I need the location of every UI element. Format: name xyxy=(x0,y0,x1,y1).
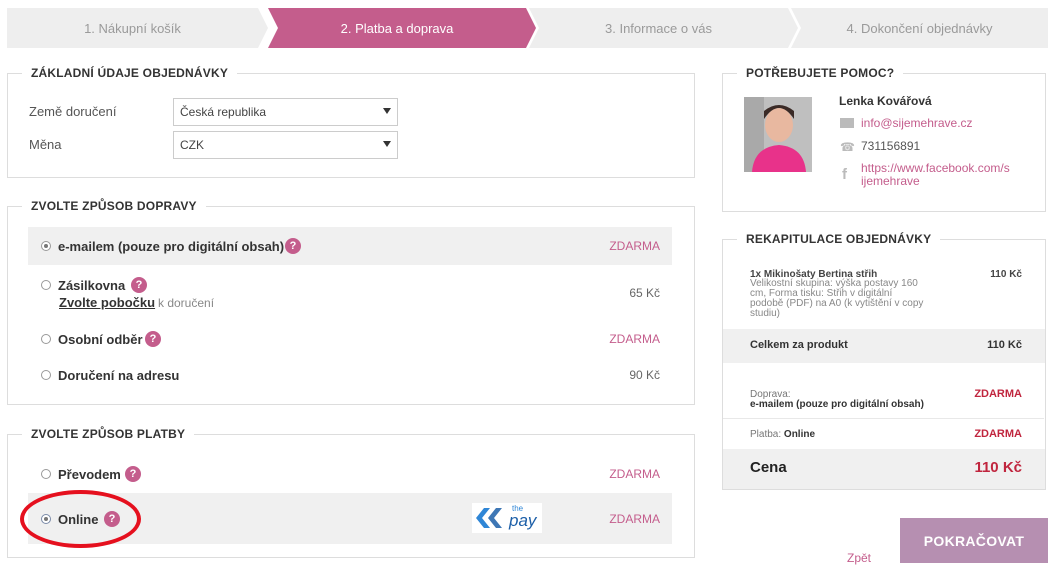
shipping-option-zasilkovna[interactable]: Zásilkovna ? Zvolte pobočku k doručení 6… xyxy=(28,269,672,319)
shipping-zasilkovna-label: Zásilkovna xyxy=(58,278,126,293)
shipping-option-email[interactable]: e-mailem (pouze pro digitální obsah) ? Z… xyxy=(28,227,672,265)
shipping-email-label: e-mailem (pouze pro digitální obsah) xyxy=(58,239,285,254)
thepay-logo: the pay xyxy=(472,503,542,533)
shipping-section: ZVOLTE ZPŮSOB DOPRAVY e-mailem (pouze pr… xyxy=(7,199,695,405)
shipping-address-price: 90 Kč xyxy=(629,368,660,382)
summary-payment-value: Online xyxy=(783,429,816,440)
shipping-zasilkovna-price: 65 Kč xyxy=(629,286,660,300)
help-icon[interactable]: ? xyxy=(145,331,161,347)
facebook-icon: f xyxy=(842,166,847,183)
step-cart[interactable]: 1. Nákupní košík xyxy=(7,8,268,48)
currency-label: Měna xyxy=(29,137,62,152)
highlight-circle xyxy=(20,490,141,548)
shipping-address-label: Doručení na adresu xyxy=(58,368,180,383)
step-info[interactable]: 3. Informace o vás xyxy=(529,8,798,48)
step-finish-label: 4. Dokončení objednávky xyxy=(846,20,993,36)
order-summary-section: REKAPITULACE OBJEDNÁVKY 1x Mikinošaty Be… xyxy=(722,232,1046,490)
step-info-label: 3. Informace o vás xyxy=(605,20,712,36)
grand-total-value: 110 Kč xyxy=(974,459,1022,476)
step-finish[interactable]: 4. Dokončení objednávky xyxy=(791,8,1048,48)
summary-title: REKAPITULACE OBJEDNÁVKY xyxy=(737,232,941,246)
contact-email[interactable]: info@sijemehrave.cz xyxy=(861,116,973,130)
product-total-value: 110 Kč xyxy=(987,339,1022,351)
choose-branch-link[interactable]: Zvolte pobočku xyxy=(59,295,155,310)
payment-online-price: ZDARMA xyxy=(609,512,660,526)
country-select-value: Česká republika xyxy=(180,105,267,119)
facebook-line-2: ijemehrave xyxy=(861,174,920,188)
payment-transfer-price: ZDARMA xyxy=(609,467,660,481)
basic-info-section: ZÁKLADNÍ ÚDAJE OBJEDNÁVKY Země doručení … xyxy=(7,66,695,178)
product-total-label: Celkem za produkt xyxy=(750,339,848,351)
shipping-pickup-radio[interactable] xyxy=(41,334,51,344)
thepay-logo-big: pay xyxy=(509,511,537,530)
country-label: Země doručení xyxy=(29,104,117,119)
help-section: POTŘEBUJETE POMOC? Lenka Kovářová info@s… xyxy=(722,66,1046,212)
currency-select-value: CZK xyxy=(180,138,204,152)
summary-item-price: 110 Kč xyxy=(990,269,1022,280)
shipping-address-radio[interactable] xyxy=(41,370,51,380)
contact-name: Lenka Kovářová xyxy=(839,94,932,108)
chevron-down-icon xyxy=(383,108,391,114)
phone-icon: ☎ xyxy=(840,140,855,154)
country-select[interactable]: Česká republika xyxy=(173,98,398,126)
continue-button[interactable]: POKRAČOVAT xyxy=(900,518,1048,563)
help-icon[interactable]: ? xyxy=(131,277,147,293)
shipping-option-pickup[interactable]: Osobní odběr ? ZDARMA xyxy=(28,323,672,355)
help-icon[interactable]: ? xyxy=(285,238,301,254)
checkout-steps: 1. Nákupní košík 2. Platba a doprava 3. … xyxy=(7,8,1048,48)
summary-shipping-price: ZDARMA xyxy=(974,388,1022,400)
step-payment-shipping[interactable]: 2. Platba a doprava xyxy=(268,8,536,48)
shipping-email-price: ZDARMA xyxy=(609,239,660,253)
payment-option-transfer[interactable]: Převodem ? ZDARMA xyxy=(28,459,672,489)
shipping-email-radio[interactable] xyxy=(41,241,51,251)
product-total-row: Celkem za produkt 110 Kč xyxy=(723,329,1045,363)
summary-payment: Platba: Online xyxy=(750,429,815,440)
summary-item-desc: Velikostní skupina: výška postavy 160 cm… xyxy=(750,278,924,319)
chevron-down-icon xyxy=(383,141,391,147)
grand-total-label: Cena xyxy=(750,459,787,476)
summary-payment-price: ZDARMA xyxy=(974,428,1022,440)
avatar xyxy=(744,97,812,172)
shipping-zasilkovna-radio[interactable] xyxy=(41,280,51,290)
step-cart-label: 1. Nákupní košík xyxy=(84,20,181,36)
summary-payment-label: Platba: xyxy=(750,429,782,440)
shipping-option-address[interactable]: Doručení na adresu 90 Kč xyxy=(28,359,672,391)
shipping-zasilkovna-sub: k doručení xyxy=(158,296,215,310)
contact-facebook-link[interactable]: https://www.facebook.com/s ijemehrave xyxy=(861,162,1010,188)
payment-transfer-label: Převodem xyxy=(58,467,121,482)
shipping-pickup-label: Osobní odběr xyxy=(58,332,143,347)
payment-transfer-radio[interactable] xyxy=(41,469,51,479)
contact-phone: 731156891 xyxy=(861,139,921,153)
help-title: POTŘEBUJETE POMOC? xyxy=(737,66,904,80)
currency-select[interactable]: CZK xyxy=(173,131,398,159)
payment-title: ZVOLTE ZPŮSOB PLATBY xyxy=(22,427,195,441)
step-payment-shipping-label: 2. Platba a doprava xyxy=(340,20,454,36)
summary-shipping-value: e-mailem (pouze pro digitální obsah) xyxy=(750,399,924,410)
basic-info-title: ZÁKLADNÍ ÚDAJE OBJEDNÁVKY xyxy=(22,66,238,80)
shipping-title: ZVOLTE ZPŮSOB DOPRAVY xyxy=(22,199,206,213)
envelope-icon xyxy=(840,118,854,128)
grand-total-row: Cena 110 Kč xyxy=(723,449,1045,489)
help-icon[interactable]: ? xyxy=(125,466,141,482)
shipping-pickup-price: ZDARMA xyxy=(609,332,660,346)
